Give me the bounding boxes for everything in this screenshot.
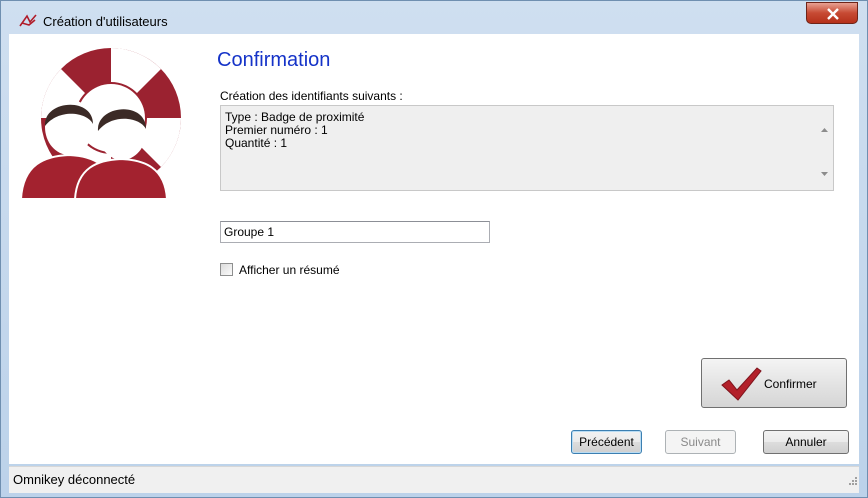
wizard-window: Création d'utilisateurs Confirmation Cré…: [0, 0, 868, 498]
scroll-down-arrow-icon[interactable]: [821, 163, 828, 181]
confirm-button[interactable]: Confirmer: [701, 358, 847, 408]
summary-line-quantity: Quantité : 1: [225, 136, 288, 150]
close-button[interactable]: [806, 2, 858, 24]
window-title: Création d'utilisateurs: [43, 14, 168, 29]
next-button[interactable]: Suivant: [665, 430, 736, 454]
confirm-label: Confirmer: [764, 377, 817, 391]
group-field-value: Groupe 1: [224, 225, 275, 239]
status-bar: Omnikey déconnecté: [9, 466, 859, 493]
cancel-button[interactable]: Annuler: [763, 430, 849, 454]
show-summary-checkbox[interactable]: [220, 263, 233, 276]
resize-grip-icon[interactable]: [847, 472, 857, 490]
title-bar[interactable]: Création d'utilisateurs: [1, 1, 867, 35]
show-summary-label[interactable]: Afficher un résumé: [239, 263, 340, 277]
page-title: Confirmation: [217, 49, 331, 71]
wizard-content: Confirmation Création des identifiants s…: [9, 34, 859, 464]
summary-textbox[interactable]: Type : Badge de proximité Premier numéro…: [220, 105, 834, 191]
scroll-up-arrow-icon[interactable]: [821, 119, 828, 137]
summary-label: Création des identifiants suivants :: [220, 89, 403, 103]
close-icon: [827, 8, 839, 20]
checkmark-icon: [720, 366, 762, 407]
users-logo: [9, 34, 204, 204]
reader-status: Omnikey déconnecté: [13, 472, 136, 487]
users-wizard-icon: [19, 14, 37, 28]
previous-button[interactable]: Précédent: [571, 430, 642, 454]
summary-lines: Type : Badge de proximité Premier numéro…: [221, 111, 364, 150]
group-field[interactable]: Groupe 1: [220, 221, 490, 243]
